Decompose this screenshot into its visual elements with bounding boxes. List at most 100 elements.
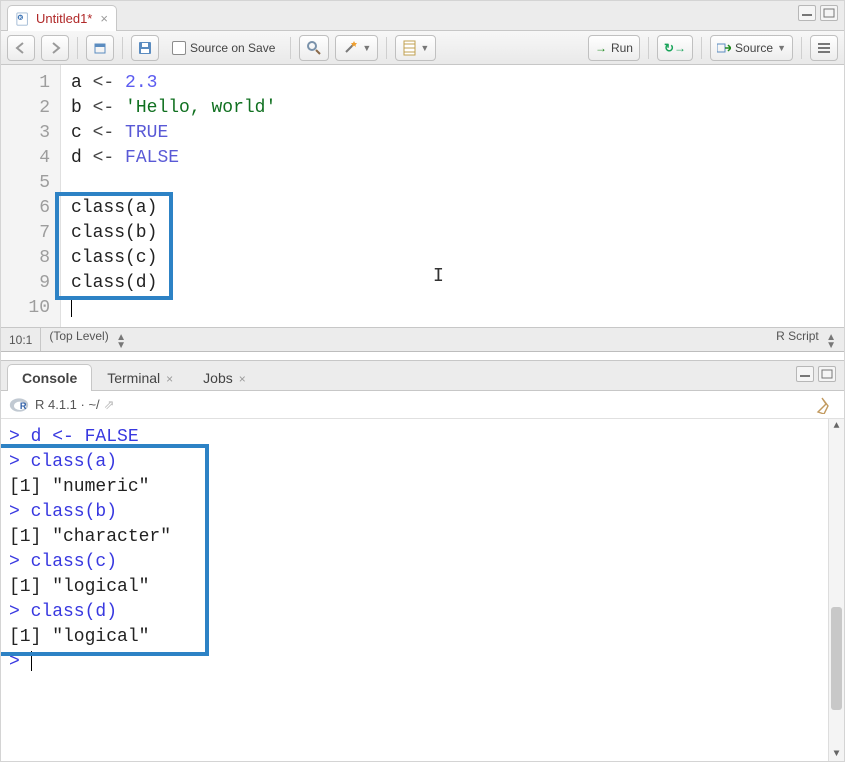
tab-title: Untitled1* [36, 11, 92, 26]
scroll-down-icon[interactable]: ▼ [829, 747, 844, 761]
token: class(c) [71, 248, 157, 268]
magic-wand-button[interactable]: ▼ [335, 35, 378, 61]
rerun-button[interactable]: ↻→ [657, 35, 693, 61]
checkbox-icon [172, 41, 186, 55]
code-area[interactable]: a <- 2.3 b <- 'Hello, world' c <- TRUE d… [61, 65, 844, 327]
text: > class(a) [9, 452, 117, 472]
code-line: class(c) [71, 246, 834, 271]
token: <- [93, 148, 115, 168]
console-info-bar: R R 4.1.1 · ~/ ⇗ [1, 391, 844, 419]
vertical-scrollbar[interactable]: ▲ ▼ [828, 419, 844, 761]
back-button[interactable] [7, 35, 35, 61]
show-in-new-window-button[interactable] [86, 35, 114, 61]
tab-console[interactable]: Console [7, 364, 92, 391]
find-button[interactable] [299, 35, 329, 61]
token: c [71, 123, 82, 143]
notebook-button[interactable]: ▼ [395, 35, 436, 61]
rerun-icon: ↻→ [664, 41, 686, 55]
separator [40, 328, 41, 351]
forward-button[interactable] [41, 35, 69, 61]
token: d [71, 148, 82, 168]
up-down-icon: ▲▼ [826, 334, 836, 350]
source-on-save-label: Source on Save [190, 41, 275, 55]
token: TRUE [125, 123, 168, 143]
line-number: 8 [1, 246, 50, 271]
close-icon[interactable]: × [100, 11, 108, 26]
save-button[interactable] [131, 35, 159, 61]
separator [386, 37, 387, 59]
tab-jobs[interactable]: Jobs × [188, 364, 261, 391]
code-line: a <- 2.3 [71, 71, 834, 96]
text: > class(d) [9, 602, 117, 622]
scope-selector[interactable]: (Top Level) ▲▼ [49, 329, 126, 350]
close-icon[interactable]: × [239, 372, 246, 386]
line-number: 4 [1, 146, 50, 171]
console-line: [1] "logical" [9, 625, 836, 650]
line-number: 10 [1, 296, 50, 321]
r-file-icon: R [16, 12, 30, 26]
token: 'Hello, world' [125, 98, 276, 118]
console-line: [1] "logical" [9, 575, 836, 600]
text: [1] "logical" [9, 577, 149, 597]
minimize-panel-icon[interactable] [798, 5, 816, 21]
tab-label: Terminal [107, 370, 160, 386]
source-on-save-toggle[interactable]: Source on Save [165, 35, 282, 61]
code-line: c <- TRUE [71, 121, 834, 146]
token: class(b) [71, 223, 157, 243]
code-line: class(b) [71, 221, 834, 246]
text: > class(c) [9, 552, 117, 572]
editor-status-bar: 10:1 (Top Level) ▲▼ R Script ▲▼ [1, 327, 844, 351]
up-down-icon: ▲▼ [116, 334, 126, 350]
token: a [71, 73, 82, 93]
console-line: > d <- FALSE [9, 425, 836, 450]
language-selector[interactable]: R Script ▲▼ [776, 329, 836, 350]
console-line: > [9, 650, 836, 675]
code-line: class(d) [71, 271, 834, 296]
text: [1] "logical" [9, 627, 149, 647]
code-line: b <- 'Hello, world' [71, 96, 834, 121]
close-icon[interactable]: × [166, 372, 173, 386]
editor-toolbar: Source on Save ▼ ▼ → Run ↻→ Source ▼ [1, 31, 844, 65]
run-label: Run [611, 41, 633, 55]
tab-terminal[interactable]: Terminal × [92, 364, 188, 391]
code-editor[interactable]: 1 2 3 4 5 6 7 8 9 10 a <- 2.3 b <- 'Hell… [1, 65, 844, 327]
console-output[interactable]: > d <- FALSE > class(a) [1] "numeric" > … [1, 419, 844, 761]
line-number: 3 [1, 121, 50, 146]
source-label: Source [735, 41, 773, 55]
token: <- [93, 73, 115, 93]
maximize-panel-icon[interactable] [820, 5, 838, 21]
source-icon [717, 42, 731, 54]
run-button[interactable]: → Run [588, 35, 640, 61]
language-label: R Script [776, 329, 819, 343]
source-panel: R Untitled1* × Source on Save ▼ ▼ → Run [1, 1, 844, 352]
text: [1] "character" [9, 527, 171, 547]
code-line [71, 296, 834, 321]
token: class(d) [71, 273, 157, 293]
clear-console-icon[interactable] [816, 396, 836, 414]
popout-icon[interactable]: ⇗ [104, 397, 115, 413]
line-number: 5 [1, 171, 50, 196]
code-line [71, 171, 834, 196]
console-line: > class(b) [9, 500, 836, 525]
scroll-up-icon[interactable]: ▲ [829, 419, 844, 433]
console-tab-bar: Console Terminal × Jobs × [1, 361, 844, 391]
editor-tab[interactable]: R Untitled1* × [7, 5, 117, 31]
minimize-panel-icon[interactable] [796, 366, 814, 382]
console-line: [1] "character" [9, 525, 836, 550]
outline-button[interactable] [810, 35, 838, 61]
panel-window-controls [798, 5, 838, 21]
console-line: > class(d) [9, 600, 836, 625]
token: <- [93, 98, 115, 118]
separator [77, 37, 78, 59]
panel-window-controls [796, 366, 836, 382]
line-number: 2 [1, 96, 50, 121]
code-line: class(a) [71, 196, 834, 221]
source-button[interactable]: Source ▼ [710, 35, 793, 61]
r-version: R 4.1.1 · ~/ [35, 397, 100, 412]
text: > [9, 652, 31, 672]
maximize-panel-icon[interactable] [818, 366, 836, 382]
console-line: > class(c) [9, 550, 836, 575]
tab-label: Jobs [203, 370, 233, 386]
scrollbar-thumb[interactable] [831, 607, 842, 710]
separator [290, 37, 291, 59]
